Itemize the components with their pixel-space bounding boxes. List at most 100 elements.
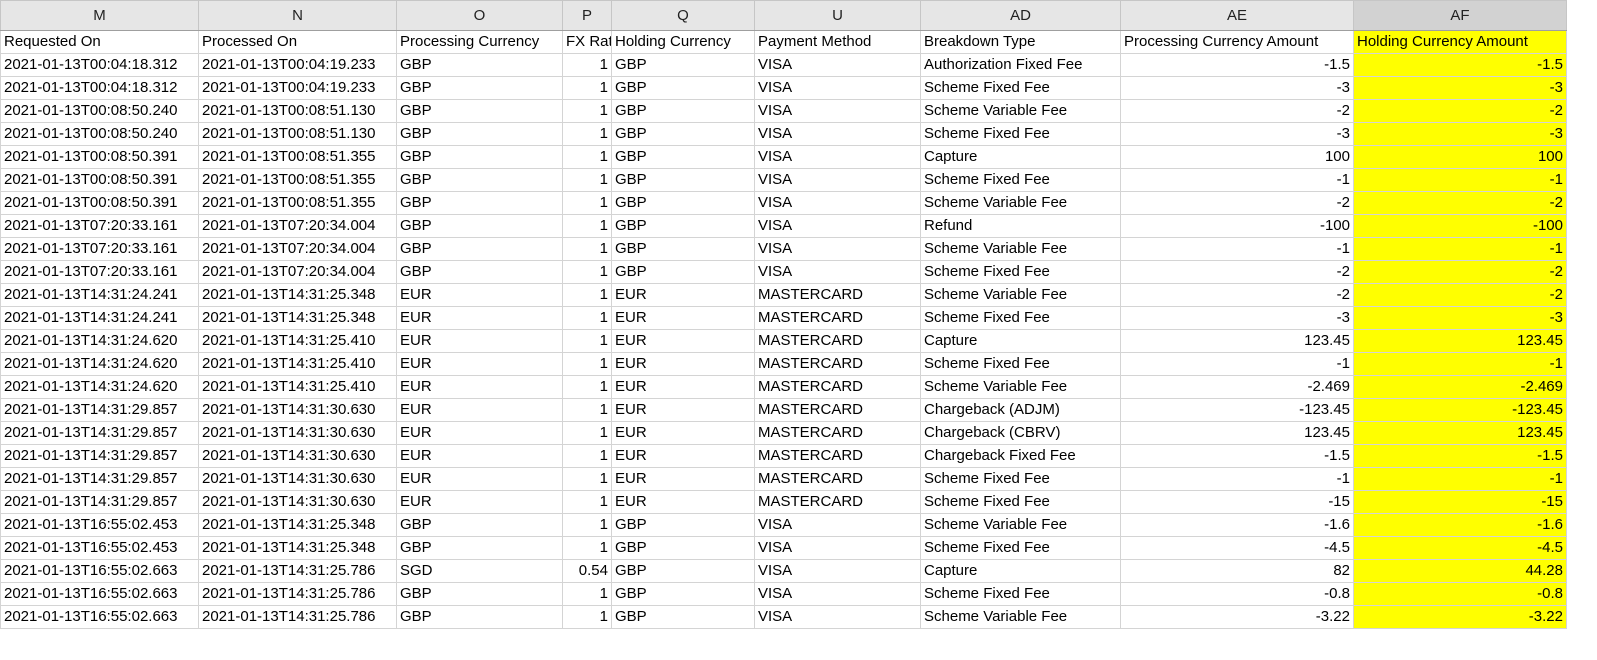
cell-processing-currency-amount[interactable]: -2 [1120,99,1354,123]
cell-fx-rate[interactable]: 1 [562,513,612,537]
cell-requested-on[interactable]: 2021-01-13T14:31:24.620 [0,352,199,376]
cell-processing-currency-amount[interactable]: -1.6 [1120,513,1354,537]
cell-processing-currency[interactable]: EUR [396,490,563,514]
cell-requested-on[interactable]: 2021-01-13T00:04:18.312 [0,53,199,77]
cell-holding-currency-amount[interactable]: 123.45 [1353,421,1567,445]
cell-processed-on[interactable]: 2021-01-13T14:31:30.630 [198,398,397,422]
cell-requested-on[interactable]: 2021-01-13T07:20:33.161 [0,214,199,238]
header-cell-requested-on[interactable]: Requested On [0,30,199,54]
cell-holding-currency[interactable]: GBP [611,605,755,629]
cell-requested-on[interactable]: 2021-01-13T16:55:02.453 [0,513,199,537]
cell-breakdown-type[interactable]: Scheme Fixed Fee [920,76,1121,100]
cell-processing-currency[interactable]: EUR [396,421,563,445]
cell-processing-currency-amount[interactable]: -1 [1120,237,1354,261]
cell-fx-rate[interactable]: 1 [562,444,612,468]
cell-payment-method[interactable]: VISA [754,145,921,169]
cell-holding-currency-amount[interactable]: -1.5 [1353,444,1567,468]
cell-processing-currency[interactable]: GBP [396,260,563,284]
cell-fx-rate[interactable]: 1 [562,375,612,399]
cell-holding-currency[interactable]: EUR [611,306,755,330]
cell-breakdown-type[interactable]: Scheme Fixed Fee [920,168,1121,192]
cell-processed-on[interactable]: 2021-01-13T14:31:25.410 [198,352,397,376]
cell-holding-currency-amount[interactable]: -1.6 [1353,513,1567,537]
cell-holding-currency-amount[interactable]: 44.28 [1353,559,1567,583]
cell-processed-on[interactable]: 2021-01-13T14:31:25.348 [198,536,397,560]
cell-payment-method[interactable]: VISA [754,214,921,238]
cell-holding-currency[interactable]: GBP [611,122,755,146]
cell-processing-currency[interactable]: GBP [396,582,563,606]
cell-payment-method[interactable]: VISA [754,76,921,100]
cell-requested-on[interactable]: 2021-01-13T16:55:02.663 [0,582,199,606]
cell-processing-currency[interactable]: GBP [396,513,563,537]
cell-payment-method[interactable]: MASTERCARD [754,375,921,399]
cell-breakdown-type[interactable]: Scheme Variable Fee [920,513,1121,537]
cell-processed-on[interactable]: 2021-01-13T14:31:30.630 [198,467,397,491]
cell-requested-on[interactable]: 2021-01-13T14:31:24.241 [0,306,199,330]
cell-processed-on[interactable]: 2021-01-13T00:04:19.233 [198,76,397,100]
cell-payment-method[interactable]: VISA [754,99,921,123]
cell-breakdown-type[interactable]: Scheme Fixed Fee [920,490,1121,514]
cell-fx-rate[interactable]: 1 [562,214,612,238]
cell-processing-currency-amount[interactable]: -1 [1120,352,1354,376]
cell-holding-currency-amount[interactable]: -100 [1353,214,1567,238]
cell-processed-on[interactable]: 2021-01-13T14:31:25.786 [198,559,397,583]
cell-payment-method[interactable]: VISA [754,237,921,261]
cell-processing-currency-amount[interactable]: -3 [1120,76,1354,100]
cell-processing-currency[interactable]: GBP [396,191,563,215]
cell-fx-rate[interactable]: 1 [562,467,612,491]
header-cell-holding-currency[interactable]: Holding Currency [611,30,755,54]
cell-holding-currency-amount[interactable]: 100 [1353,145,1567,169]
cell-breakdown-type[interactable]: Scheme Fixed Fee [920,122,1121,146]
cell-holding-currency[interactable]: EUR [611,467,755,491]
cell-requested-on[interactable]: 2021-01-13T14:31:24.620 [0,329,199,353]
cell-breakdown-type[interactable]: Chargeback Fixed Fee [920,444,1121,468]
header-cell-processing-currency-amount[interactable]: Processing Currency Amount [1120,30,1354,54]
cell-holding-currency-amount[interactable]: -3 [1353,76,1567,100]
header-cell-processed-on[interactable]: Processed On [198,30,397,54]
cell-processing-currency[interactable]: GBP [396,145,563,169]
cell-processed-on[interactable]: 2021-01-13T00:08:51.130 [198,122,397,146]
cell-payment-method[interactable]: MASTERCARD [754,398,921,422]
cell-payment-method[interactable]: MASTERCARD [754,306,921,330]
cell-holding-currency-amount[interactable]: -2 [1353,260,1567,284]
cell-fx-rate[interactable]: 1 [562,260,612,284]
cell-processing-currency-amount[interactable]: 123.45 [1120,421,1354,445]
cell-processing-currency-amount[interactable]: -3 [1120,306,1354,330]
cell-holding-currency-amount[interactable]: -1 [1353,237,1567,261]
cell-payment-method[interactable]: MASTERCARD [754,421,921,445]
cell-processed-on[interactable]: 2021-01-13T14:31:25.410 [198,375,397,399]
cell-processed-on[interactable]: 2021-01-13T14:31:25.348 [198,283,397,307]
cell-requested-on[interactable]: 2021-01-13T00:08:50.240 [0,99,199,123]
cell-processing-currency-amount[interactable]: -0.8 [1120,582,1354,606]
cell-requested-on[interactable]: 2021-01-13T14:31:29.857 [0,467,199,491]
cell-fx-rate[interactable]: 1 [562,53,612,77]
cell-processed-on[interactable]: 2021-01-13T14:31:30.630 [198,421,397,445]
cell-holding-currency[interactable]: GBP [611,237,755,261]
cell-processing-currency-amount[interactable]: -2 [1120,283,1354,307]
cell-processing-currency-amount[interactable]: -3.22 [1120,605,1354,629]
cell-holding-currency[interactable]: GBP [611,76,755,100]
cell-processed-on[interactable]: 2021-01-13T00:08:51.355 [198,168,397,192]
column-header-m[interactable]: M [0,0,199,31]
cell-holding-currency[interactable]: GBP [611,145,755,169]
cell-payment-method[interactable]: VISA [754,605,921,629]
cell-processing-currency-amount[interactable]: -1 [1120,168,1354,192]
cell-processing-currency-amount[interactable]: 123.45 [1120,329,1354,353]
cell-breakdown-type[interactable]: Scheme Variable Fee [920,191,1121,215]
cell-breakdown-type[interactable]: Scheme Fixed Fee [920,306,1121,330]
cell-requested-on[interactable]: 2021-01-13T00:08:50.391 [0,191,199,215]
cell-payment-method[interactable]: VISA [754,559,921,583]
cell-processing-currency-amount[interactable]: -1 [1120,467,1354,491]
cell-fx-rate[interactable]: 1 [562,122,612,146]
column-header-o[interactable]: O [396,0,563,31]
cell-holding-currency-amount[interactable]: 123.45 [1353,329,1567,353]
cell-processing-currency-amount[interactable]: -123.45 [1120,398,1354,422]
cell-breakdown-type[interactable]: Authorization Fixed Fee [920,53,1121,77]
cell-breakdown-type[interactable]: Capture [920,145,1121,169]
cell-processing-currency[interactable]: SGD [396,559,563,583]
cell-fx-rate[interactable]: 1 [562,168,612,192]
cell-requested-on[interactable]: 2021-01-13T07:20:33.161 [0,237,199,261]
cell-processing-currency-amount[interactable]: 82 [1120,559,1354,583]
cell-requested-on[interactable]: 2021-01-13T00:08:50.240 [0,122,199,146]
cell-fx-rate[interactable]: 0.54 [562,559,612,583]
